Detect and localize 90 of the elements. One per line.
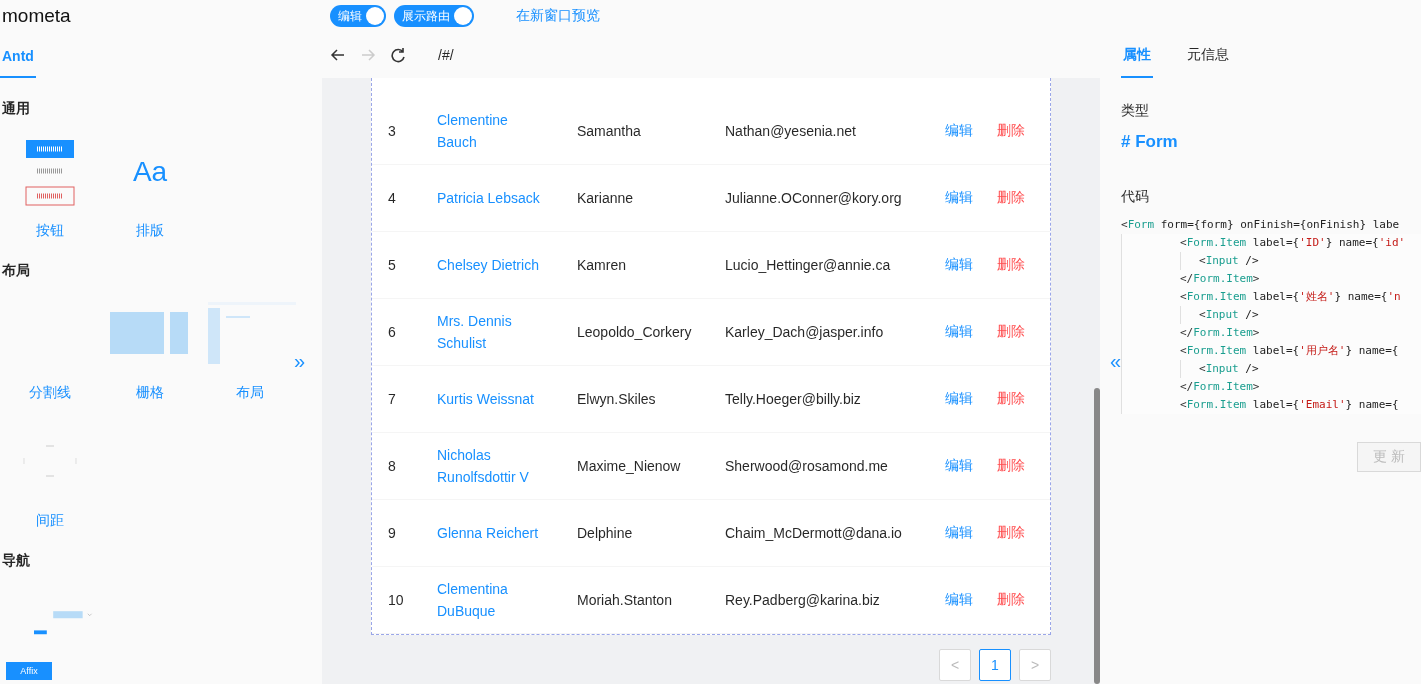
table-cell-text: Rey.Padberg@karina.biz (725, 592, 881, 608)
table-cell-text: 10 (388, 592, 405, 608)
edit-link[interactable]: 编辑 (945, 591, 997, 609)
affix-button[interactable]: Affix (6, 662, 52, 680)
component-label[interactable]: 间距 (36, 512, 64, 530)
code-line: </Form.Item> (1180, 379, 1261, 395)
delete-link[interactable]: 删除 (997, 390, 1047, 408)
component-label[interactable]: 栅格 (136, 384, 164, 402)
back-icon[interactable] (330, 47, 346, 63)
code-line: <Form.Item label={'用户名'} name={ (1180, 343, 1400, 359)
name-link[interactable]: Chelsey Dietrich (437, 254, 549, 276)
table-cell-text: Karley_Dach@jasper.info (725, 324, 885, 340)
edit-link[interactable]: 编辑 (945, 524, 997, 542)
component-label[interactable]: 排版 (136, 222, 164, 240)
code-line: <Form.Item label={'ID'} name={'id' (1180, 235, 1407, 251)
code-line: <Form.Item label={'Email'} name={ (1180, 397, 1400, 413)
field-label: 代码 (1121, 188, 1150, 206)
name-link[interactable]: Glenna Reichert (437, 522, 549, 544)
code-line: <Input /> (1199, 307, 1260, 323)
table-cell-text: Chaim_McDermott@dana.io (725, 525, 903, 541)
type-value: # Form (1121, 132, 1179, 152)
app-title: mometa (1, 5, 72, 27)
delete-link[interactable]: 删除 (997, 591, 1047, 609)
delete-link[interactable]: 删除 (997, 323, 1047, 341)
edit-link[interactable]: 编辑 (945, 457, 997, 475)
code-line: <Form.Item label={'姓名'} name={'n (1180, 289, 1402, 305)
section-title: 通用 (2, 100, 31, 118)
panel-tab[interactable]: 属性 (1121, 46, 1153, 78)
table-cell-text: Nathan@yesenia.net (725, 123, 857, 139)
edit-link[interactable]: 编辑 (945, 189, 997, 207)
edit-link[interactable]: 编辑 (945, 390, 997, 408)
component-label[interactable]: 布局 (236, 384, 264, 402)
table-cell-text: Samantha (577, 123, 642, 139)
delete-link[interactable]: 删除 (997, 457, 1047, 475)
collapse-icon[interactable]: « (1110, 350, 1122, 373)
delete-link[interactable]: 删除 (997, 256, 1047, 274)
url-text: /#/ (438, 47, 454, 63)
component-label[interactable]: 按钮 (36, 222, 64, 240)
delete-link[interactable]: 删除 (997, 524, 1047, 542)
panel-tab[interactable]: 元信息 (1185, 46, 1231, 78)
name-link[interactable]: Kurtis Weissnat (437, 388, 549, 410)
component-label[interactable]: 分割线 (29, 384, 71, 402)
table-cell-text: 4 (388, 190, 397, 206)
code-line: </Form.Item> (1180, 271, 1261, 287)
page-button[interactable]: 1 (979, 649, 1011, 681)
edit-link[interactable]: 编辑 (945, 323, 997, 341)
table-cell-text: 3 (388, 123, 397, 139)
typography-glyph: Aa (132, 156, 168, 188)
table-cell-text: Moriah.Stanton (577, 592, 673, 608)
next-page-button[interactable]: > (1019, 649, 1051, 681)
previous-page-button[interactable]: < (939, 649, 971, 681)
name-link[interactable]: Clementina DuBuque (437, 578, 549, 622)
table-cell-text: 6 (388, 324, 397, 340)
table-cell-text: Lucio_Hettinger@annie.ca (725, 257, 892, 273)
reload-icon[interactable] (390, 47, 406, 63)
section-title: 布局 (2, 262, 31, 280)
table-cell-text: Delphine (577, 525, 634, 541)
table-cell-text: Leopoldo_Corkery (577, 324, 693, 340)
table-cell-text: 8 (388, 458, 397, 474)
table-cell-text: Maxime_Nienow (577, 458, 682, 474)
table-cell-text: Elwyn.Skiles (577, 391, 657, 407)
code-line: <Input /> (1199, 253, 1260, 269)
delete-link[interactable]: 删除 (997, 189, 1047, 207)
toggle-switch[interactable]: 编辑 (330, 5, 386, 27)
library-tab[interactable]: Antd (0, 48, 36, 78)
code-line: </Form.Item> (1180, 325, 1261, 341)
table-cell-text: 7 (388, 391, 397, 407)
name-link[interactable]: Mrs. Dennis Schulist (437, 310, 549, 354)
edit-link[interactable]: 编辑 (945, 122, 997, 140)
table-cell-text: Karianne (577, 190, 635, 206)
expand-icon[interactable]: » (294, 350, 306, 373)
table-cell-text: Julianne.OConner@kory.org (725, 190, 903, 206)
field-label: 类型 (1121, 102, 1150, 120)
toggle-switch[interactable]: 展示路由 (394, 5, 474, 27)
code-line: <Input /> (1199, 361, 1260, 377)
name-link[interactable]: Clementine Bauch (437, 109, 549, 153)
scrollbar[interactable] (1094, 388, 1100, 684)
preview-link[interactable]: 在新窗口预览 (516, 7, 600, 25)
table-cell-text: 9 (388, 525, 397, 541)
table-cell-text: Sherwood@rosamond.me (725, 458, 889, 474)
section-title: 导航 (2, 552, 31, 570)
edit-link[interactable]: 编辑 (945, 256, 997, 274)
table-cell-text: Telly.Hoeger@billy.biz (725, 391, 862, 407)
table-cell-text: 5 (388, 257, 397, 273)
name-link[interactable]: Nicholas Runolfsdottir V (437, 444, 549, 488)
table-cell-text: Kamren (577, 257, 628, 273)
delete-link[interactable]: 删除 (997, 122, 1047, 140)
code-line: <Form form={form} onFinish={onFinish} labe (1121, 217, 1401, 233)
buttons-illustration (25, 137, 75, 207)
name-link[interactable]: Patricia Lebsack (437, 187, 549, 209)
